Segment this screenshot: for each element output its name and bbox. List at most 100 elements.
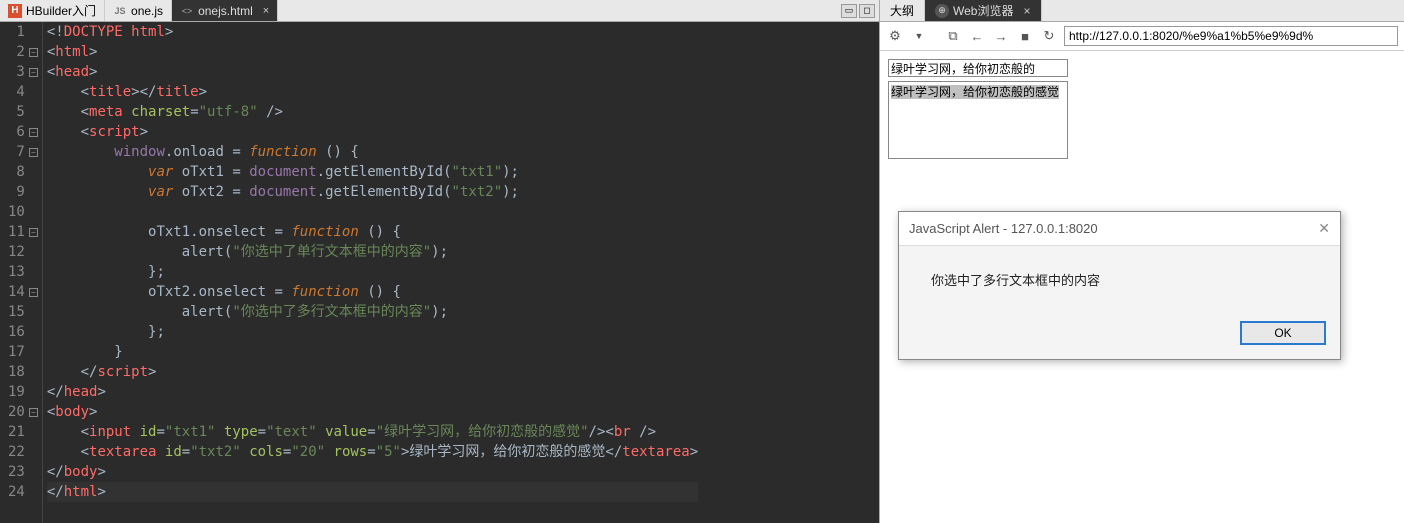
- code-line[interactable]: oTxt1.onselect = function () {: [47, 222, 698, 242]
- tab-outline[interactable]: 大纲: [880, 0, 925, 21]
- fold-toggle[interactable]: −: [29, 408, 38, 417]
- right-tab-bar: 大纲 ⊕ Web浏览器 ×: [880, 0, 1404, 22]
- line-number: 2−: [8, 42, 38, 62]
- code-line[interactable]: };: [47, 322, 698, 342]
- editor-pane: H HBuilder入门 JS one.js <> onejs.html × ▭…: [0, 0, 880, 523]
- line-number: 15: [8, 302, 38, 322]
- line-number: 8: [8, 162, 38, 182]
- tab-web-browser[interactable]: ⊕ Web浏览器 ×: [925, 0, 1041, 21]
- close-icon[interactable]: ✕: [1318, 220, 1330, 237]
- code-editor[interactable]: 12−3−456−7−891011−121314−151617181920−21…: [0, 22, 879, 523]
- line-number: 7−: [8, 142, 38, 162]
- maximize-button[interactable]: ◻: [859, 4, 875, 18]
- editor-tab-bar: H HBuilder入门 JS one.js <> onejs.html × ▭…: [0, 0, 879, 22]
- editor-window-controls: ▭ ◻: [837, 0, 879, 21]
- close-icon[interactable]: ×: [263, 5, 269, 17]
- tab-label: one.js: [131, 4, 163, 18]
- code-line[interactable]: <meta charset="utf-8" />: [47, 102, 698, 122]
- dialog-title-text: JavaScript Alert - 127.0.0.1:8020: [909, 221, 1098, 236]
- code-line[interactable]: <!DOCTYPE html>: [47, 22, 698, 42]
- fold-toggle[interactable]: −: [29, 148, 38, 157]
- code-line[interactable]: <head>: [47, 62, 698, 82]
- browser-pane: 大纲 ⊕ Web浏览器 × ⚙ ▼ ⧉ ← → ■ ↻ 绿叶学习网，给你初恋般的…: [880, 0, 1404, 523]
- line-number: 6−: [8, 122, 38, 142]
- line-number: 13: [8, 262, 38, 282]
- code-line[interactable]: </head>: [47, 382, 698, 402]
- tab-one-js[interactable]: JS one.js: [105, 0, 172, 21]
- forward-button[interactable]: →: [992, 27, 1010, 45]
- minimize-button[interactable]: ▭: [841, 4, 857, 18]
- browser-viewport: 绿叶学习网，给你初恋般的感觉 JavaScript Alert - 127.0.…: [880, 51, 1404, 167]
- code-line[interactable]: <title></title>: [47, 82, 698, 102]
- globe-icon: ⊕: [935, 4, 949, 18]
- code-line[interactable]: </script>: [47, 362, 698, 382]
- line-number: 1: [8, 22, 38, 42]
- code-line[interactable]: var oTxt1 = document.getElementById("txt…: [47, 162, 698, 182]
- fold-toggle[interactable]: −: [29, 128, 38, 137]
- fold-toggle[interactable]: −: [29, 228, 38, 237]
- js-file-icon: JS: [113, 4, 127, 18]
- selected-text: 绿叶学习网，给你初恋般的感觉: [891, 85, 1059, 99]
- code-content[interactable]: <!DOCTYPE html><html><head> <title></tit…: [43, 22, 698, 523]
- line-number: 22: [8, 442, 38, 462]
- code-line[interactable]: <body>: [47, 402, 698, 422]
- code-line[interactable]: }: [47, 342, 698, 362]
- line-number: 3−: [8, 62, 38, 82]
- line-number: 17: [8, 342, 38, 362]
- code-line[interactable]: [47, 202, 698, 222]
- html-file-icon: <>: [180, 4, 194, 18]
- close-icon[interactable]: ×: [1023, 4, 1030, 18]
- tab-onejs-html[interactable]: <> onejs.html ×: [172, 0, 278, 21]
- browser-toolbar: ⚙ ▼ ⧉ ← → ■ ↻: [880, 22, 1404, 51]
- line-number: 10: [8, 202, 38, 222]
- code-line[interactable]: alert("你选中了多行文本框中的内容");: [47, 302, 698, 322]
- refresh-button[interactable]: ↻: [1040, 27, 1058, 45]
- line-number-gutter: 12−3−456−7−891011−121314−151617181920−21…: [0, 22, 43, 523]
- new-window-icon[interactable]: ⧉: [944, 27, 962, 45]
- line-number: 14−: [8, 282, 38, 302]
- tab-label: HBuilder入门: [26, 2, 96, 19]
- line-number: 23: [8, 462, 38, 482]
- chevron-down-icon[interactable]: ▼: [910, 27, 928, 45]
- fold-toggle[interactable]: −: [29, 48, 38, 57]
- code-line[interactable]: var oTxt2 = document.getElementById("txt…: [47, 182, 698, 202]
- tab-label: Web浏览器: [953, 2, 1013, 19]
- code-line[interactable]: };: [47, 262, 698, 282]
- stop-button[interactable]: ■: [1016, 27, 1034, 45]
- line-number: 9: [8, 182, 38, 202]
- dialog-message: 你选中了多行文本框中的内容: [899, 246, 1340, 313]
- dialog-titlebar: JavaScript Alert - 127.0.0.1:8020 ✕: [899, 212, 1340, 246]
- fold-toggle[interactable]: −: [29, 68, 38, 77]
- line-number: 16: [8, 322, 38, 342]
- txt1-input[interactable]: [888, 59, 1068, 77]
- back-button[interactable]: ←: [968, 27, 986, 45]
- txt2-textarea[interactable]: 绿叶学习网，给你初恋般的感觉: [888, 81, 1068, 159]
- code-line[interactable]: oTxt2.onselect = function () {: [47, 282, 698, 302]
- code-line[interactable]: <textarea id="txt2" cols="20" rows="5">绿…: [47, 442, 698, 462]
- fold-toggle[interactable]: −: [29, 288, 38, 297]
- line-number: 24: [8, 482, 38, 502]
- line-number: 4: [8, 82, 38, 102]
- tab-hbuilder-intro[interactable]: H HBuilder入门: [0, 0, 105, 21]
- code-line[interactable]: window.onload = function () {: [47, 142, 698, 162]
- url-bar[interactable]: [1064, 26, 1398, 46]
- code-line[interactable]: </body>: [47, 462, 698, 482]
- dialog-footer: OK: [899, 313, 1340, 359]
- tab-label: onejs.html: [198, 4, 253, 18]
- code-line[interactable]: <script>: [47, 122, 698, 142]
- tab-label: 大纲: [890, 2, 914, 19]
- code-line[interactable]: <input id="txt1" type="text" value="绿叶学习…: [47, 422, 698, 442]
- line-number: 19: [8, 382, 38, 402]
- line-number: 5: [8, 102, 38, 122]
- gear-icon[interactable]: ⚙: [886, 27, 904, 45]
- line-number: 18: [8, 362, 38, 382]
- code-line[interactable]: </html>: [47, 482, 698, 502]
- line-number: 12: [8, 242, 38, 262]
- alert-dialog: JavaScript Alert - 127.0.0.1:8020 ✕ 你选中了…: [898, 211, 1341, 360]
- line-number: 11−: [8, 222, 38, 242]
- ok-button[interactable]: OK: [1240, 321, 1326, 345]
- line-number: 21: [8, 422, 38, 442]
- code-line[interactable]: alert("你选中了单行文本框中的内容");: [47, 242, 698, 262]
- line-number: 20−: [8, 402, 38, 422]
- code-line[interactable]: <html>: [47, 42, 698, 62]
